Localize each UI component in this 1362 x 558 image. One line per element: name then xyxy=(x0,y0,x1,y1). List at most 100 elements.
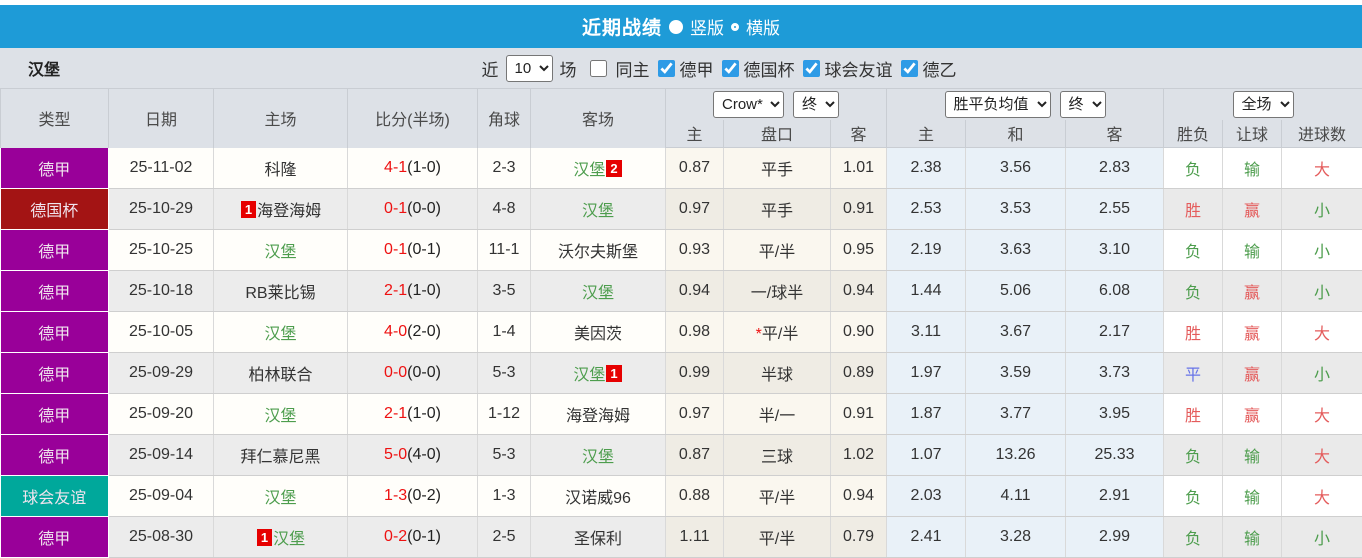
half-time-score: (2-0) xyxy=(407,323,441,340)
half-time-score: (1-0) xyxy=(407,282,441,299)
avg-win-cell: 2.38 xyxy=(887,148,966,189)
home-team-cell: 拜仁慕尼黑 xyxy=(214,435,348,476)
score-cell: 2-1(1-0) xyxy=(348,394,478,435)
league-checkbox-club-friendly[interactable] xyxy=(803,60,820,77)
layout-vertical-radio[interactable] xyxy=(669,20,683,34)
home-team-cell: 汉堡 xyxy=(214,476,348,517)
score-cell: 5-0(4-0) xyxy=(348,435,478,476)
match-date: 25-09-29 xyxy=(109,353,214,394)
sub-header-result: 胜负 xyxy=(1164,120,1223,148)
match-date: 25-10-18 xyxy=(109,271,214,312)
score-cell: 0-2(0-1) xyxy=(348,517,478,558)
odds-away-cell: 0.91 xyxy=(831,394,887,435)
team-name[interactable]: 美因茨 xyxy=(574,326,622,343)
team-name[interactable]: 汉堡 xyxy=(264,490,296,507)
scope-select[interactable]: 全场 xyxy=(1233,91,1294,118)
avg-lose-cell: 2.91 xyxy=(1066,476,1164,517)
league-type-badge: 德甲 xyxy=(1,230,109,271)
avg-type-select[interactable]: 胜平负均值 xyxy=(945,91,1051,118)
table-row: 德甲25-10-05汉堡4-0(2-0)1-4美因茨0.98*平/半0.903.… xyxy=(1,312,1362,353)
odds-time-select[interactable]: 终 xyxy=(793,91,839,118)
team-name[interactable]: 柏林联合 xyxy=(248,367,312,384)
team-name[interactable]: 汉堡 xyxy=(273,531,305,548)
team-name[interactable]: 圣保利 xyxy=(574,531,622,548)
same-home-checkbox[interactable] xyxy=(590,60,607,77)
odds-away-cell: 0.95 xyxy=(831,230,887,271)
team-name[interactable]: 汉堡 xyxy=(573,367,605,384)
match-date: 25-10-29 xyxy=(109,189,214,230)
team-name[interactable]: 汉堡 xyxy=(582,449,614,466)
table-row: 德甲25-09-14拜仁慕尼黑5-0(4-0)5-3汉堡0.87三球1.021.… xyxy=(1,435,1362,476)
away-team-cell: 沃尔夫斯堡 xyxy=(531,230,666,271)
team-name[interactable]: 汉堡 xyxy=(264,408,296,425)
match-date: 25-11-02 xyxy=(109,148,214,189)
col-header-corner: 角球 xyxy=(478,89,531,148)
league-checkbox-bundesliga[interactable] xyxy=(658,60,675,77)
team-name[interactable]: 汉诺威96 xyxy=(565,490,631,507)
avg-draw-cell: 13.26 xyxy=(966,435,1066,476)
col-header-type: 类型 xyxy=(1,89,109,148)
odds-away-cell: 1.01 xyxy=(831,148,887,189)
team-name[interactable]: 汉堡 xyxy=(573,162,605,179)
page-title: 近期战绩 xyxy=(582,13,662,40)
away-team-cell: 汉堡1 xyxy=(531,353,666,394)
team-name[interactable]: 海登海姆 xyxy=(566,408,630,425)
handicap-cell: *平/半 xyxy=(724,312,831,353)
table-row: 德甲25-10-25汉堡0-1(0-1)11-1沃尔夫斯堡0.93平/半0.95… xyxy=(1,230,1362,271)
corner-cell: 5-3 xyxy=(478,435,531,476)
league-filter-label[interactable]: 德国杯 xyxy=(744,56,795,81)
half-time-score: (1-0) xyxy=(407,159,441,176)
away-team-cell: 汉堡 xyxy=(531,271,666,312)
table-row: 球会友谊25-09-04汉堡1-3(0-2)1-3汉诺威960.88平/半0.9… xyxy=(1,476,1362,517)
team-name[interactable]: 汉堡 xyxy=(582,285,614,302)
event-badge: 1 xyxy=(606,365,621,382)
league-filter-label[interactable]: 德甲 xyxy=(680,56,714,81)
home-team-cell: 1海登海姆 xyxy=(214,189,348,230)
avg-win-cell: 1.97 xyxy=(887,353,966,394)
near-label: 近 xyxy=(482,56,499,81)
league-checkbox-dfb-pokal[interactable] xyxy=(722,60,739,77)
full-time-score: 0-1 xyxy=(384,241,407,258)
match-count-select[interactable]: 10 xyxy=(506,55,553,82)
result-wdl-cell: 负 xyxy=(1164,517,1223,558)
filter-controls: 近 10 场 同主 德甲 德国杯 球会友谊 德乙 xyxy=(482,55,957,82)
avg-time-select[interactable]: 终 xyxy=(1060,91,1106,118)
team-name[interactable]: 汉堡 xyxy=(582,203,614,220)
result-goals-cell: 小 xyxy=(1282,353,1362,394)
odds-company-select[interactable]: Crow* xyxy=(713,91,784,118)
team-name[interactable]: 拜仁慕尼黑 xyxy=(240,449,320,466)
half-time-score: (0-1) xyxy=(407,241,441,258)
match-date: 25-08-30 xyxy=(109,517,214,558)
table-row: 德甲25-11-02科隆4-1(1-0)2-3汉堡20.87平手1.012.38… xyxy=(1,148,1362,189)
team-name[interactable]: 沃尔夫斯堡 xyxy=(558,244,638,261)
score-cell: 1-3(0-2) xyxy=(348,476,478,517)
home-team-cell: RB莱比锡 xyxy=(214,271,348,312)
away-team-cell: 汉诺威96 xyxy=(531,476,666,517)
layout-horizontal-radio[interactable] xyxy=(731,23,739,31)
results-table: 类型 日期 主场 比分(半场) 角球 客场 Crow* 终 胜平负均值 终 全场 xyxy=(0,88,1362,558)
handicap-cell: 平/半 xyxy=(724,517,831,558)
full-time-score: 0-0 xyxy=(384,364,407,381)
layout-vertical-label[interactable]: 竖版 xyxy=(690,14,724,39)
avg-win-cell: 2.19 xyxy=(887,230,966,271)
result-wdl-cell: 负 xyxy=(1164,435,1223,476)
league-filter-label[interactable]: 球会友谊 xyxy=(825,56,893,81)
col-header-score: 比分(半场) xyxy=(348,89,478,148)
team-name[interactable]: 海登海姆 xyxy=(257,203,321,220)
odds-away-cell: 1.02 xyxy=(831,435,887,476)
team-name[interactable]: 科隆 xyxy=(264,162,296,179)
team-name[interactable]: RB莱比锡 xyxy=(245,285,315,302)
league-checkbox-bundesliga2[interactable] xyxy=(901,60,918,77)
avg-lose-cell: 2.83 xyxy=(1066,148,1164,189)
full-time-score: 5-0 xyxy=(384,446,407,463)
full-time-score: 0-2 xyxy=(384,528,407,545)
team-name[interactable]: 汉堡 xyxy=(264,244,296,261)
team-name[interactable]: 汉堡 xyxy=(264,326,296,343)
event-badge: 1 xyxy=(257,529,272,546)
odds-away-cell: 0.79 xyxy=(831,517,887,558)
half-time-score: (0-0) xyxy=(407,200,441,217)
avg-win-cell: 2.41 xyxy=(887,517,966,558)
league-filter-label[interactable]: 德乙 xyxy=(923,56,957,81)
avg-win-cell: 2.03 xyxy=(887,476,966,517)
layout-horizontal-label[interactable]: 横版 xyxy=(746,14,780,39)
